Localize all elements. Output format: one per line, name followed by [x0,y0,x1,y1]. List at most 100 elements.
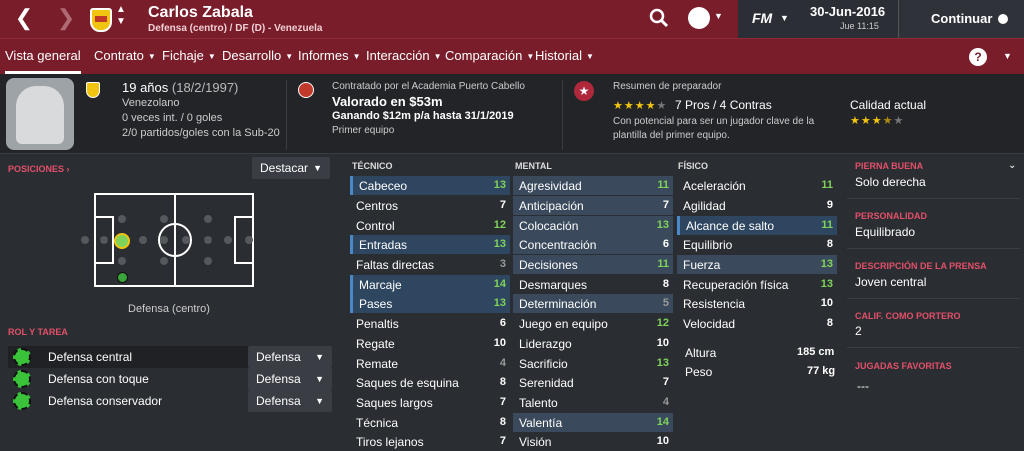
tab-contrato[interactable]: Contrato ▼ [94,38,156,74]
attr-name: Marcaje [359,278,402,292]
attr-row[interactable]: Tiros lejanos 7 [350,432,510,451]
attr-row[interactable]: Agresividad 11 [513,176,673,195]
attr-row[interactable]: Fuerza 13 [677,255,837,274]
media-description-value: Joven central [855,275,927,289]
chevron-down-icon: ▼ [147,52,156,61]
tab-desarrollo[interactable]: Desarrollo ▼ [222,38,293,74]
attr-row[interactable]: Recuperación física 13 [677,275,837,294]
attr-name: Tiros lejanos [356,435,424,449]
attr-row[interactable]: Velocidad 8 [677,314,837,333]
tab-interaccion[interactable]: Interacción ▼ [366,38,442,74]
tab-informes[interactable]: Informes ▼ [298,38,361,74]
attr-row[interactable]: Técnica 8 [350,413,510,432]
current-date[interactable]: 30-Jun-2016 [810,4,885,19]
attr-row[interactable]: Visión 10 [513,432,673,451]
attr-row[interactable]: Remate 4 [350,354,510,373]
attr-row[interactable]: Colocación 13 [513,216,673,235]
tab-label: Desarrollo [222,48,282,63]
tab-vista-general[interactable]: Vista general [5,38,81,74]
attr-row[interactable]: Desmarques 8 [513,275,673,294]
chevron-down-icon: ▼ [315,374,324,384]
back-arrow-icon[interactable]: ❮ [14,6,34,30]
divider [286,80,287,150]
natural-position-marker [114,233,130,249]
chevron-down-icon: ▼ [526,52,535,61]
attr-row[interactable]: Talento 4 [513,393,673,412]
attr-name: Remate [356,357,399,371]
attr-row[interactable]: Valentía 14 [513,413,673,432]
chevron-down-icon[interactable]: ▼ [714,11,723,21]
attr-row[interactable]: Alcance de salto 11 [677,216,837,235]
country-crest-icon[interactable] [90,8,112,32]
attr-row[interactable]: Juego en equipo 12 [513,314,673,333]
attr-value: 12 [656,317,669,329]
attr-row[interactable]: Faltas directas 3 [350,255,510,274]
duty-dropdown[interactable]: Defensa ▼ [248,346,332,368]
chevron-down-icon[interactable]: ⌄ [1008,160,1016,171]
continue-button[interactable]: Continuar [898,0,1024,38]
role-suitability-icon [13,392,31,410]
attr-row[interactable]: Serenidad 7 [513,373,673,392]
position-dot [118,257,126,265]
role-suitability-icon [13,370,31,388]
tab-label: Vista general [5,48,81,63]
attr-row[interactable]: Saques de esquina 8 [350,373,510,392]
attr-value: 11 [821,219,833,231]
attr-row[interactable]: Pases 13 [350,294,510,313]
club-crest-icon[interactable] [298,82,314,98]
globe-icon[interactable] [688,7,710,29]
nation-crest-icon[interactable] [86,82,100,98]
attr-row[interactable]: Regate 10 [350,334,510,353]
tab-fichaje[interactable]: Fichaje ▼ [162,38,216,74]
attr-row[interactable]: Anticipación 7 [513,196,673,215]
media-description-title: DESCRIPCIÓN DE LA PRENSA [855,261,987,271]
attr-row[interactable]: Concentración 6 [513,235,673,254]
tab-comparacion[interactable]: Comparación ▼ [445,38,534,74]
chevron-down-icon[interactable]: ▼ [780,13,789,23]
attr-row[interactable]: Aceleración 11 [677,176,837,195]
positions-title[interactable]: POSICIONES › [8,164,70,174]
attr-row[interactable]: Cabeceo 13 [350,176,510,195]
attr-row[interactable]: Control 12 [350,216,510,235]
attr-row[interactable]: Marcaje 14 [350,275,510,294]
pros-cons[interactable]: 7 Pros / 4 Contras [675,98,772,112]
player-age: 19 años (18/2/1997) [122,80,238,95]
attr-value: 4 [662,396,669,408]
attr-row[interactable]: Decisiones 11 [513,255,673,274]
fm-logo[interactable]: FM [752,10,772,26]
attr-row[interactable]: Saques largos 7 [350,393,510,412]
attr-row[interactable]: Entradas 13 [350,235,510,254]
attr-row[interactable]: Agilidad 9 [677,196,837,215]
attr-row[interactable]: Resistencia 10 [677,294,837,313]
duty-dropdown[interactable]: Defensa ▼ [248,390,332,412]
attr-name: Aceleración [683,179,746,193]
attr-name: Regate [356,337,395,351]
attr-value: 8 [826,238,833,250]
chevron-down-icon[interactable]: ▼ [1003,51,1012,61]
player-switch-chevrons-icon[interactable]: ▲ ▼ [116,4,126,28]
attr-value: 13 [656,357,669,369]
highlight-dropdown[interactable]: Destacar ▼ [252,157,330,179]
attr-row[interactable]: Determinación 5 [513,294,673,313]
position-dot [204,215,212,223]
attr-row[interactable]: Centros 7 [350,196,510,215]
tab-historial[interactable]: Historial ▼ [535,38,594,74]
attr-name: Entradas [359,238,408,252]
search-icon[interactable] [649,8,669,28]
duty-dropdown[interactable]: Defensa ▼ [248,368,332,390]
attr-value: 11 [657,258,669,270]
attr-name: Faltas directas [356,258,435,272]
attr-row[interactable]: Equilibrio 8 [677,235,837,254]
roles-title: ROL Y TAREA [8,327,68,337]
contract-club: Contratado por el Academia Puerto Cabell… [332,81,525,92]
highlight-dropdown-value: Destacar [260,161,309,175]
attr-row[interactable]: Liderazgo 10 [513,334,673,353]
help-icon[interactable]: ? [969,48,987,66]
attr-name: Penaltis [356,317,399,331]
attr-value: 9 [826,199,833,211]
attr-row[interactable]: Sacrificio 13 [513,354,673,373]
attr-row[interactable]: Penaltis 6 [350,314,510,333]
forward-arrow-icon[interactable]: ❯ [56,6,76,30]
current-ability-stars: ★★★★★ [850,115,905,127]
chevron-down-icon: ▼ [315,396,324,406]
